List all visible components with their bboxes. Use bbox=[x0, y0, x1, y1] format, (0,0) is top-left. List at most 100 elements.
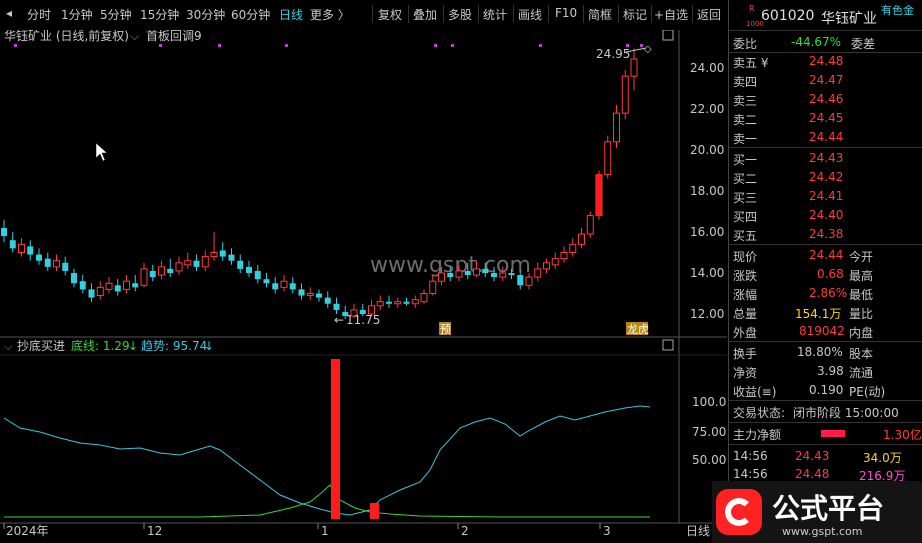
candle-body bbox=[79, 281, 86, 290]
bid-5-price[interactable]: 24.38 bbox=[809, 227, 843, 241]
candle-body bbox=[132, 283, 139, 288]
candle-body bbox=[9, 240, 16, 249]
indicator-dropdown-icon[interactable]: ⌵ bbox=[4, 340, 13, 353]
candle-body bbox=[376, 301, 384, 307]
candle-body bbox=[508, 273, 515, 276]
stat-right: 今开 bbox=[849, 250, 874, 264]
y-tick: 16.00 bbox=[690, 225, 724, 239]
ask-4-label: 卖四 bbox=[733, 75, 758, 89]
brand-watermark: 公式平台 www.gspt.com bbox=[712, 481, 922, 543]
change-value: 0.68 bbox=[817, 267, 844, 281]
tab-30min[interactable]: 30分钟 bbox=[186, 6, 225, 23]
candle-body bbox=[53, 260, 60, 268]
btn-mark[interactable]: 标记 bbox=[623, 6, 647, 23]
tab-1min[interactable]: 1分钟 bbox=[61, 6, 93, 23]
candle-body bbox=[403, 301, 410, 304]
candle-body bbox=[560, 252, 568, 260]
stat-label: 总量 bbox=[733, 307, 758, 321]
x-label: 2 bbox=[461, 524, 469, 538]
formula-name[interactable]: 首板回调9 bbox=[146, 30, 202, 43]
candle-body bbox=[333, 303, 340, 310]
candle-body bbox=[429, 280, 437, 295]
indicator-axis: 100.0 75.00 50.00 bbox=[692, 395, 726, 467]
ask-2-price[interactable]: 24.45 bbox=[809, 111, 843, 125]
candle-body bbox=[193, 260, 200, 267]
stat-label: 涨跌 bbox=[733, 269, 758, 283]
ask-4-price[interactable]: 24.47 bbox=[809, 73, 843, 87]
candle-body bbox=[473, 268, 480, 276]
stat-right: 量比 bbox=[849, 307, 874, 321]
btn-overlay[interactable]: 叠加 bbox=[413, 6, 437, 23]
candle-body bbox=[420, 293, 428, 303]
tab-15min[interactable]: 15分钟 bbox=[140, 6, 179, 23]
candle-body bbox=[455, 270, 463, 278]
candle-body bbox=[246, 266, 252, 273]
ask-5-price[interactable]: 24.48 bbox=[809, 54, 843, 68]
toolbar-menu-icon[interactable]: ◂ bbox=[6, 6, 12, 20]
btn-back[interactable]: 返回 bbox=[697, 6, 721, 23]
bid-1-label: 买一 bbox=[733, 153, 758, 167]
candle-body bbox=[88, 289, 95, 298]
down-arrow-icon-2: ↓ bbox=[204, 339, 214, 353]
btn-statistics[interactable]: 统计 bbox=[483, 6, 507, 23]
tab-60min[interactable]: 60分钟 bbox=[231, 6, 270, 23]
tab-more[interactable]: 更多 〉 bbox=[310, 6, 350, 23]
stock-code: 601020 bbox=[761, 8, 815, 24]
candle-body bbox=[525, 276, 533, 286]
tag-longhu[interactable]: 龙虎 bbox=[627, 323, 649, 336]
candle-body bbox=[27, 246, 34, 255]
candle-body bbox=[543, 262, 550, 270]
bid-4-price[interactable]: 24.40 bbox=[809, 208, 843, 222]
stat2-right: PE(动) bbox=[849, 385, 886, 399]
candle-body bbox=[438, 272, 445, 282]
tag-yu[interactable]: 预 bbox=[440, 323, 451, 336]
x-label: 1 bbox=[321, 524, 329, 538]
indicator-line2-label: 趋势: 95.74 bbox=[141, 339, 207, 353]
buy-signal-bar-2 bbox=[370, 503, 379, 519]
y-tick: 75.00 bbox=[692, 425, 726, 439]
y-tick: 20.00 bbox=[690, 143, 724, 157]
btn-f10[interactable]: F10 bbox=[555, 6, 577, 20]
bid-1-price[interactable]: 24.43 bbox=[809, 151, 843, 165]
candle-body bbox=[386, 301, 392, 304]
btn-draw-line[interactable]: 画线 bbox=[518, 6, 542, 23]
formula-dropdown-icon[interactable]: ⌵ bbox=[130, 30, 139, 43]
x-label: 2024年 bbox=[6, 524, 49, 538]
stat-right: 最高 bbox=[849, 269, 874, 283]
tab-minute[interactable]: 分时 bbox=[27, 6, 51, 23]
down-arrow-icon: ↓ bbox=[128, 339, 138, 353]
stat-label: 涨幅 bbox=[733, 288, 758, 302]
candle-body bbox=[280, 280, 288, 288]
y-tick: 100.0 bbox=[692, 395, 726, 409]
stat2-label: 换手 bbox=[733, 347, 758, 361]
indicator-name[interactable]: 抄底买进 bbox=[17, 338, 65, 353]
candle-body bbox=[534, 268, 542, 278]
kline-chart[interactable]: 华钰矿业 (日线,前复权) ⌵ 首板回调9 24.00 22.00 20.00 … bbox=[0, 30, 727, 543]
trade-status-label: 交易状态: bbox=[733, 406, 786, 420]
y-tick: 50.00 bbox=[692, 453, 726, 467]
btn-simple-frame[interactable]: 简框 bbox=[588, 6, 612, 23]
diamond-icon: ◇ bbox=[644, 44, 652, 55]
btn-multi-stock[interactable]: 多股 bbox=[448, 6, 472, 23]
bid-3-price[interactable]: 24.41 bbox=[809, 189, 843, 203]
tick-time: 14:56 bbox=[733, 449, 768, 463]
btn-restore-rights[interactable]: 复权 bbox=[378, 6, 402, 23]
buy-signal-bar bbox=[331, 359, 340, 519]
turnover: 18.80% bbox=[797, 345, 843, 359]
tick-price: 24.48 bbox=[795, 467, 830, 481]
ask-3-price[interactable]: 24.46 bbox=[809, 92, 843, 106]
trade-status-value: 闭市阶段 15:00:00 bbox=[793, 406, 899, 420]
bid-2-price[interactable]: 24.42 bbox=[809, 170, 843, 184]
tab-daily[interactable]: 日线 bbox=[279, 6, 303, 23]
total-volume: 154.1万 bbox=[795, 307, 842, 321]
x-axis-mode: 日线 bbox=[686, 524, 710, 538]
low-arrow-icon: ← bbox=[334, 313, 344, 327]
candle-body bbox=[324, 297, 331, 304]
ask-5-label: 卖五 ¥ bbox=[733, 56, 769, 70]
tab-5min[interactable]: 5分钟 bbox=[100, 6, 132, 23]
candle-body bbox=[96, 286, 104, 297]
candle-body bbox=[123, 280, 130, 290]
ask-1-price[interactable]: 24.44 bbox=[809, 130, 843, 144]
sector-tag[interactable]: 有色金 bbox=[881, 2, 914, 18]
btn-add-favorite[interactable]: +自选 bbox=[654, 6, 688, 23]
